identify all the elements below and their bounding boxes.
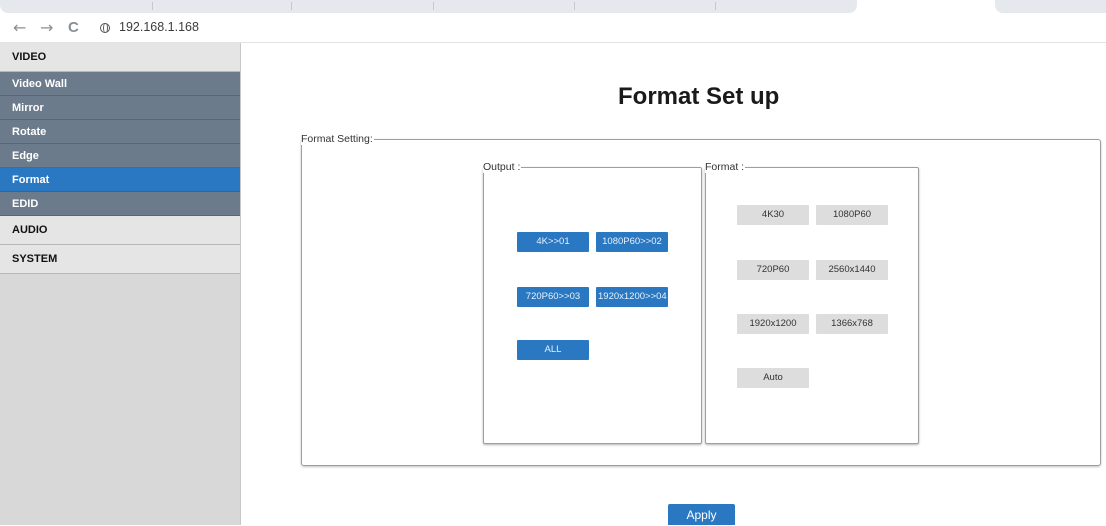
address-bar: ← → C 192.168.1.168 [0, 14, 1106, 43]
sidebar-item-rotate[interactable]: Rotate [0, 120, 240, 144]
format-auto-button[interactable]: Auto [737, 368, 809, 388]
sidebar-item-edge[interactable]: Edge [0, 144, 240, 168]
format-setting-legend: Format Setting: [301, 133, 373, 145]
apply-button[interactable]: Apply [668, 504, 735, 525]
output-group: Output : [483, 161, 702, 444]
sidebar-item-video-wall[interactable]: Video Wall [0, 72, 240, 96]
format-1920x1200-button[interactable]: 1920x1200 [737, 314, 809, 334]
tab-separator [152, 2, 153, 10]
format-4k30-button[interactable]: 4K30 [737, 205, 809, 225]
sidebar-item-format[interactable]: Format [0, 168, 240, 192]
sidebar-section-audio[interactable]: AUDIO [0, 216, 240, 245]
output-720p60-03-button[interactable]: 720P60>>03 [517, 287, 589, 307]
output-1080p60-02-button[interactable]: 1080P60>>02 [596, 232, 668, 252]
output-4k-01-button[interactable]: 4K>>01 [517, 232, 589, 252]
format-1366x768-button[interactable]: 1366x768 [816, 314, 888, 334]
reload-icon[interactable]: C [68, 18, 79, 38]
tab-separator [715, 2, 716, 10]
sidebar-item-mirror[interactable]: Mirror [0, 96, 240, 120]
browser-tab[interactable] [0, 0, 857, 13]
format-legend: Format : [705, 161, 745, 173]
sidebar-item-edid[interactable]: EDID [0, 192, 240, 216]
browser-tabstrip [0, 0, 1106, 14]
sidebar-section-video[interactable]: VIDEO [0, 43, 240, 72]
format-2560x1440-button[interactable]: 2560x1440 [816, 260, 888, 280]
format-1080p60-button[interactable]: 1080P60 [816, 205, 888, 225]
format-group: Format : [705, 161, 919, 444]
globe-icon[interactable] [100, 23, 110, 33]
tab-separator [433, 2, 434, 10]
output-legend: Output : [483, 161, 521, 173]
url-input[interactable]: 192.168.1.168 [119, 20, 199, 34]
output-1920x1200-04-button[interactable]: 1920x1200>>04 [596, 287, 668, 307]
tab-separator [291, 2, 292, 10]
sidebar: VIDEO Video Wall Mirror Rotate Edge Form… [0, 43, 241, 525]
back-icon[interactable]: ← [13, 18, 26, 38]
tab-separator [574, 2, 575, 10]
format-720p60-button[interactable]: 720P60 [737, 260, 809, 280]
forward-icon[interactable]: → [40, 18, 53, 38]
output-all-button[interactable]: ALL [517, 340, 589, 360]
sidebar-section-system[interactable]: SYSTEM [0, 245, 240, 274]
browser-tab[interactable] [995, 0, 1106, 13]
page-title: Format Set up [618, 83, 780, 110]
